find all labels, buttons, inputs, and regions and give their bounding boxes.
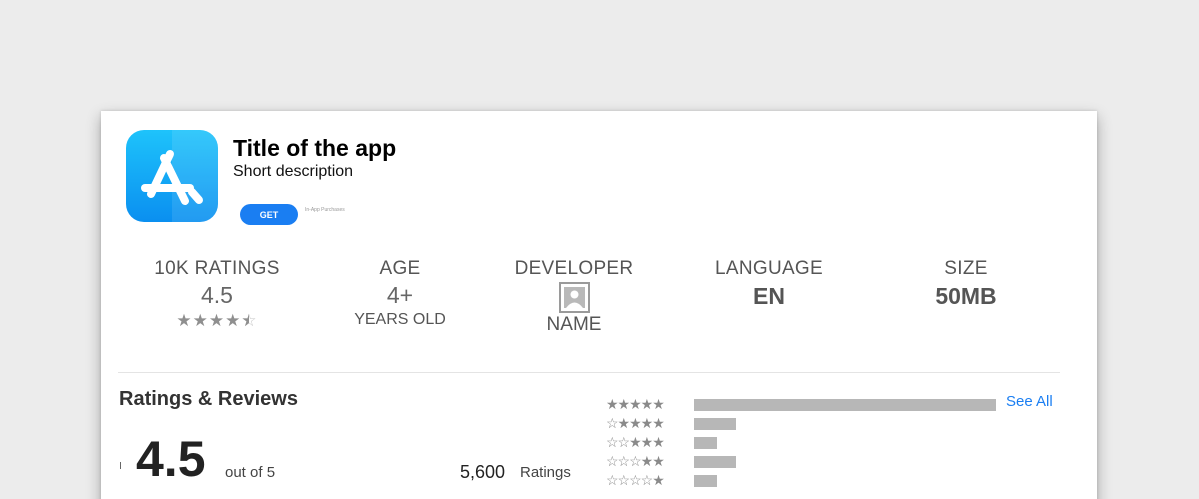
stat-developer-name: NAME [546, 314, 602, 335]
average-rating: 4.5 [136, 431, 206, 487]
app-card: Title of the app Short description GET I… [101, 111, 1097, 499]
stat-ratings-label: 10K RATINGS [154, 258, 280, 279]
stat-age-sub: YEARS OLD [354, 311, 446, 328]
app-description: Short description [233, 163, 354, 180]
stat-age: AGE 4+ YEARS OLD [300, 258, 500, 329]
in-app-purchases-note: In-App Purchases [305, 207, 345, 213]
histogram-bar [694, 456, 736, 468]
stat-developer-label: DEVELOPER [514, 258, 634, 279]
ratings-count: 5,600 [460, 462, 506, 482]
decorative-tick [120, 462, 121, 469]
rating-stars-icon: ★★★★☆★ [176, 311, 258, 330]
stat-developer: DEVELOPER NAME [474, 258, 674, 336]
histogram-stars-icon: ★★★★★ [606, 396, 665, 412]
stat-size-value: 50MB [935, 283, 997, 309]
stat-age-label: AGE [379, 258, 421, 279]
stat-size: SIZE 50MB [866, 258, 1066, 310]
stat-size-label: SIZE [944, 258, 988, 279]
see-all-link[interactable]: See All [1006, 393, 1053, 410]
get-button[interactable]: GET [240, 204, 298, 225]
histogram-stars-icon: ☆★★★★ [606, 415, 665, 431]
histogram-bar [694, 399, 996, 411]
developer-image-placeholder-icon [558, 282, 590, 313]
app-title: Title of the app [233, 135, 397, 161]
stat-age-value: 4+ [386, 282, 414, 308]
stat-ratings-value: 4.5 [201, 282, 233, 308]
section-divider [118, 372, 1060, 373]
stat-ratings: 10K RATINGS 4.5 ★★★★☆★ [117, 258, 317, 331]
ratings-reviews-title: Ratings & Reviews [119, 388, 298, 410]
histogram-bar [694, 418, 736, 430]
histogram-stars-icon: ☆☆★★★ [606, 434, 665, 450]
stat-language: LANGUAGE EN [669, 258, 869, 310]
rating-out-of: out of 5 [225, 464, 276, 481]
app-store-icon [126, 130, 218, 222]
histogram-bar [694, 475, 717, 487]
histogram-stars-icon: ☆☆☆☆★ [606, 472, 665, 488]
stat-language-label: LANGUAGE [715, 258, 823, 279]
ratings-count-label: Ratings [520, 464, 571, 481]
histogram-stars-icon: ☆☆☆★★ [606, 453, 665, 469]
stat-language-value: EN [753, 283, 785, 309]
histogram-bar [694, 437, 717, 449]
